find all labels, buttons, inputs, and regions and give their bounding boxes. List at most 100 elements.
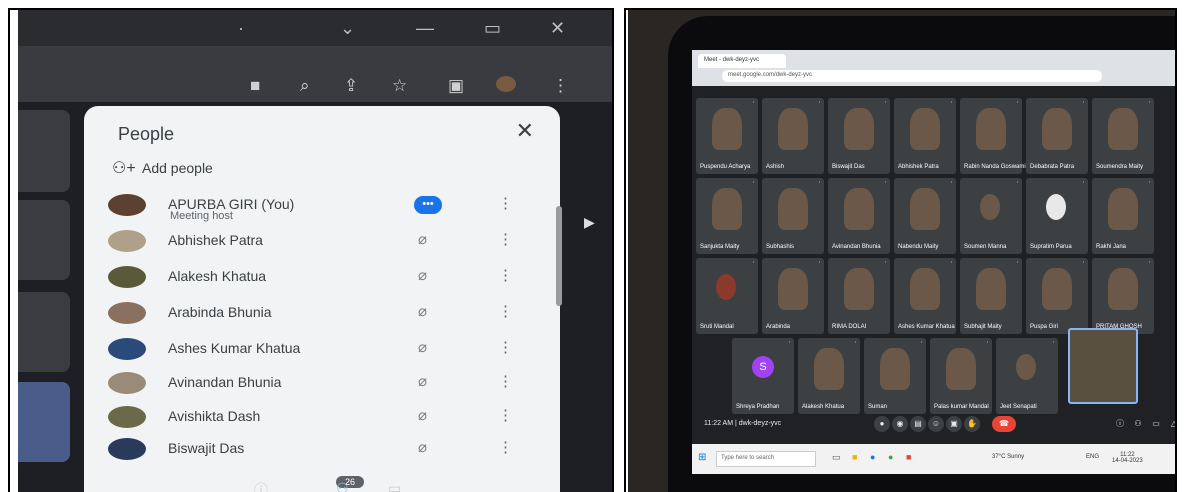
menu-icon[interactable]: ⋮ [552, 76, 569, 96]
clock-date: 14-04-2023 [1112, 458, 1143, 464]
zoom-icon[interactable]: ⌕ [300, 76, 310, 96]
video-tile[interactable]: ʼ Abhishek Patra [894, 98, 956, 174]
info-icon[interactable]: ⓘ [1112, 416, 1128, 432]
end-call-button[interactable]: ☎ [992, 416, 1016, 432]
people-icon[interactable]: ⚇ [336, 480, 349, 492]
tile-label: Subhashis [766, 244, 795, 250]
captions-icon[interactable]: ▤ [910, 416, 926, 432]
video-tile[interactable]: ʼ Jeet Senapati [996, 338, 1058, 414]
video-tile[interactable]: ʼ RIMA DOLAI [828, 258, 890, 334]
video-tile[interactable]: ʼ Debabrata Patra [1026, 98, 1088, 174]
edge-icon[interactable]: ● [870, 452, 875, 462]
mic-off-icon: ⌀ [418, 339, 428, 356]
video-tile[interactable]: S ʼ Shreya Pradhan [732, 338, 794, 414]
scrollbar[interactable] [556, 206, 562, 306]
taskview-icon[interactable]: ▭ [832, 452, 841, 463]
present-icon[interactable]: ▣ [946, 416, 962, 432]
sidepanel-icon[interactable]: ▣ [448, 76, 464, 96]
video-tile[interactable]: ʼ Sanjukta Maity [696, 178, 758, 254]
tile-label: Rabin Nanda Goswami [964, 164, 1026, 170]
participant-row[interactable]: Alakesh Khatua ⌀ ⋮ [98, 264, 538, 294]
video-tile[interactable]: ʼ Alakesh Khatua [798, 338, 860, 414]
add-people-button[interactable]: ⚇+ Add people [112, 158, 213, 178]
info-icon[interactable]: ⓘ [254, 480, 268, 492]
video-tile[interactable]: ʼ Puspa Giri [1026, 258, 1088, 334]
language-indicator[interactable]: ENG [1086, 454, 1099, 460]
video-tile[interactable]: ʼ PRITAM GHOSH [1092, 258, 1154, 334]
video-tile[interactable]: ʼ Puspendu Acharya [696, 98, 758, 174]
restore-icon[interactable]: ▭ [484, 18, 501, 39]
video-tile[interactable]: ʼ Biswajit Das [828, 98, 890, 174]
people-title: People [118, 124, 175, 144]
chat-icon[interactable]: ▭ [388, 480, 401, 492]
participant-video [946, 348, 976, 390]
explorer-icon[interactable]: ■ [852, 452, 857, 462]
minimize-icon[interactable]: — [416, 18, 434, 39]
mic-icon[interactable]: ● [874, 416, 890, 432]
more-icon[interactable]: ⋮ [498, 302, 513, 320]
mic-icon: ʼ [950, 262, 952, 268]
photo-divider [612, 8, 626, 492]
participant-row[interactable]: Avinandan Bhunia ⌀ ⋮ [98, 370, 538, 400]
participant-row[interactable]: APURBA GIRI (You) Meeting host ••• ⋮ [98, 192, 538, 222]
video-tile[interactable]: ʼ Supratim Parua [1026, 178, 1088, 254]
video-tile[interactable]: ʼ Ashish [762, 98, 824, 174]
taskbar-clock[interactable]: 11:22 14-04-2023 [1112, 452, 1143, 464]
video-tile[interactable]: ʼ Nabendu Maity [894, 178, 956, 254]
profile-avatar[interactable] [496, 76, 516, 92]
video-tile[interactable]: ʼ Soumendra Maity [1092, 98, 1154, 174]
tile-label: Abhishek Patra [898, 164, 939, 170]
taskbar-search[interactable]: Type here to search [716, 451, 816, 467]
video-tile[interactable]: ʼ Avinandan Bhunia [828, 178, 890, 254]
more-icon[interactable]: ⋮ [498, 266, 513, 284]
participant-row[interactable]: Avishikta Dash ⌀ ⋮ [98, 404, 538, 434]
avatar [108, 194, 146, 216]
windows-start-icon[interactable]: ⊞ [698, 452, 706, 463]
more-icon[interactable]: ⋮ [498, 372, 513, 390]
more-icon[interactable]: ⋮ [498, 194, 513, 212]
video-tile[interactable]: ʼ Ashes Kumar Khatua [894, 258, 956, 334]
reactions-icon[interactable]: ☺ [928, 416, 944, 432]
avatar [108, 406, 146, 428]
video-tile[interactable]: ʼ Rakhi Jana [1092, 178, 1154, 254]
chrome-icon[interactable]: ● [888, 452, 893, 462]
camera-icon[interactable]: ◉ [892, 416, 908, 432]
camera-icon[interactable]: ■ [250, 76, 260, 96]
close-icon[interactable]: ✕ [516, 118, 534, 144]
star-icon[interactable]: ☆ [392, 76, 407, 96]
address-bar[interactable]: meet.google.com/dwk-deyz-yvc [722, 70, 1102, 82]
video-tile[interactable]: ʼ Suman [864, 338, 926, 414]
weather-widget[interactable]: 37°C Sunny [992, 454, 1024, 460]
people-icon[interactable]: ⚇ [1130, 416, 1146, 432]
share-icon[interactable]: ⇪ [344, 76, 358, 96]
more-options-button[interactable]: ••• [414, 196, 442, 214]
app-icon[interactable]: ■ [906, 452, 911, 462]
mic-icon: ʼ [1016, 102, 1018, 108]
video-tile[interactable]: ʼ Arabinda [762, 258, 824, 334]
video-tile[interactable]: ʼ Subhashis [762, 178, 824, 254]
chat-icon[interactable]: ▭ [1148, 416, 1164, 432]
tile-label: Biswajit Das [832, 164, 865, 170]
participant-video [1042, 108, 1072, 150]
more-icon[interactable]: ⋮ [498, 230, 513, 248]
participant-row[interactable]: Biswajit Das ⌀ ⋮ [98, 436, 538, 466]
video-tile[interactable]: ʼ Soumen Manna [960, 178, 1022, 254]
participant-row[interactable]: Arabinda Bhunia ⌀ ⋮ [98, 300, 538, 330]
tile-label: Puspendu Acharya [700, 164, 751, 170]
browser-tab[interactable]: Meet - dwk-deyz-yvc [698, 54, 786, 68]
close-icon[interactable]: ✕ [550, 18, 565, 39]
video-tile[interactable]: ʼ Subhajit Maity [960, 258, 1022, 334]
self-view-tile[interactable] [1068, 328, 1138, 404]
video-tile[interactable]: ʼ Palas kumar Mandal [930, 338, 992, 414]
chevron-down-icon[interactable]: ⌄ [340, 18, 355, 39]
video-tile[interactable]: ʼ Sruti Mandal [696, 258, 758, 334]
participant-row[interactable]: Ashes Kumar Khatua ⌀ ⋮ [98, 336, 538, 366]
more-icon[interactable]: ⋮ [498, 406, 513, 424]
participant-video [880, 348, 910, 390]
activities-icon[interactable]: △ [1166, 416, 1175, 432]
more-icon[interactable]: ⋮ [498, 438, 513, 456]
hand-icon[interactable]: ✋ [964, 416, 980, 432]
more-icon[interactable]: ⋮ [498, 338, 513, 356]
participant-row[interactable]: Abhishek Patra ⌀ ⋮ [98, 228, 538, 258]
video-tile[interactable]: ʼ Rabin Nanda Goswami [960, 98, 1026, 174]
